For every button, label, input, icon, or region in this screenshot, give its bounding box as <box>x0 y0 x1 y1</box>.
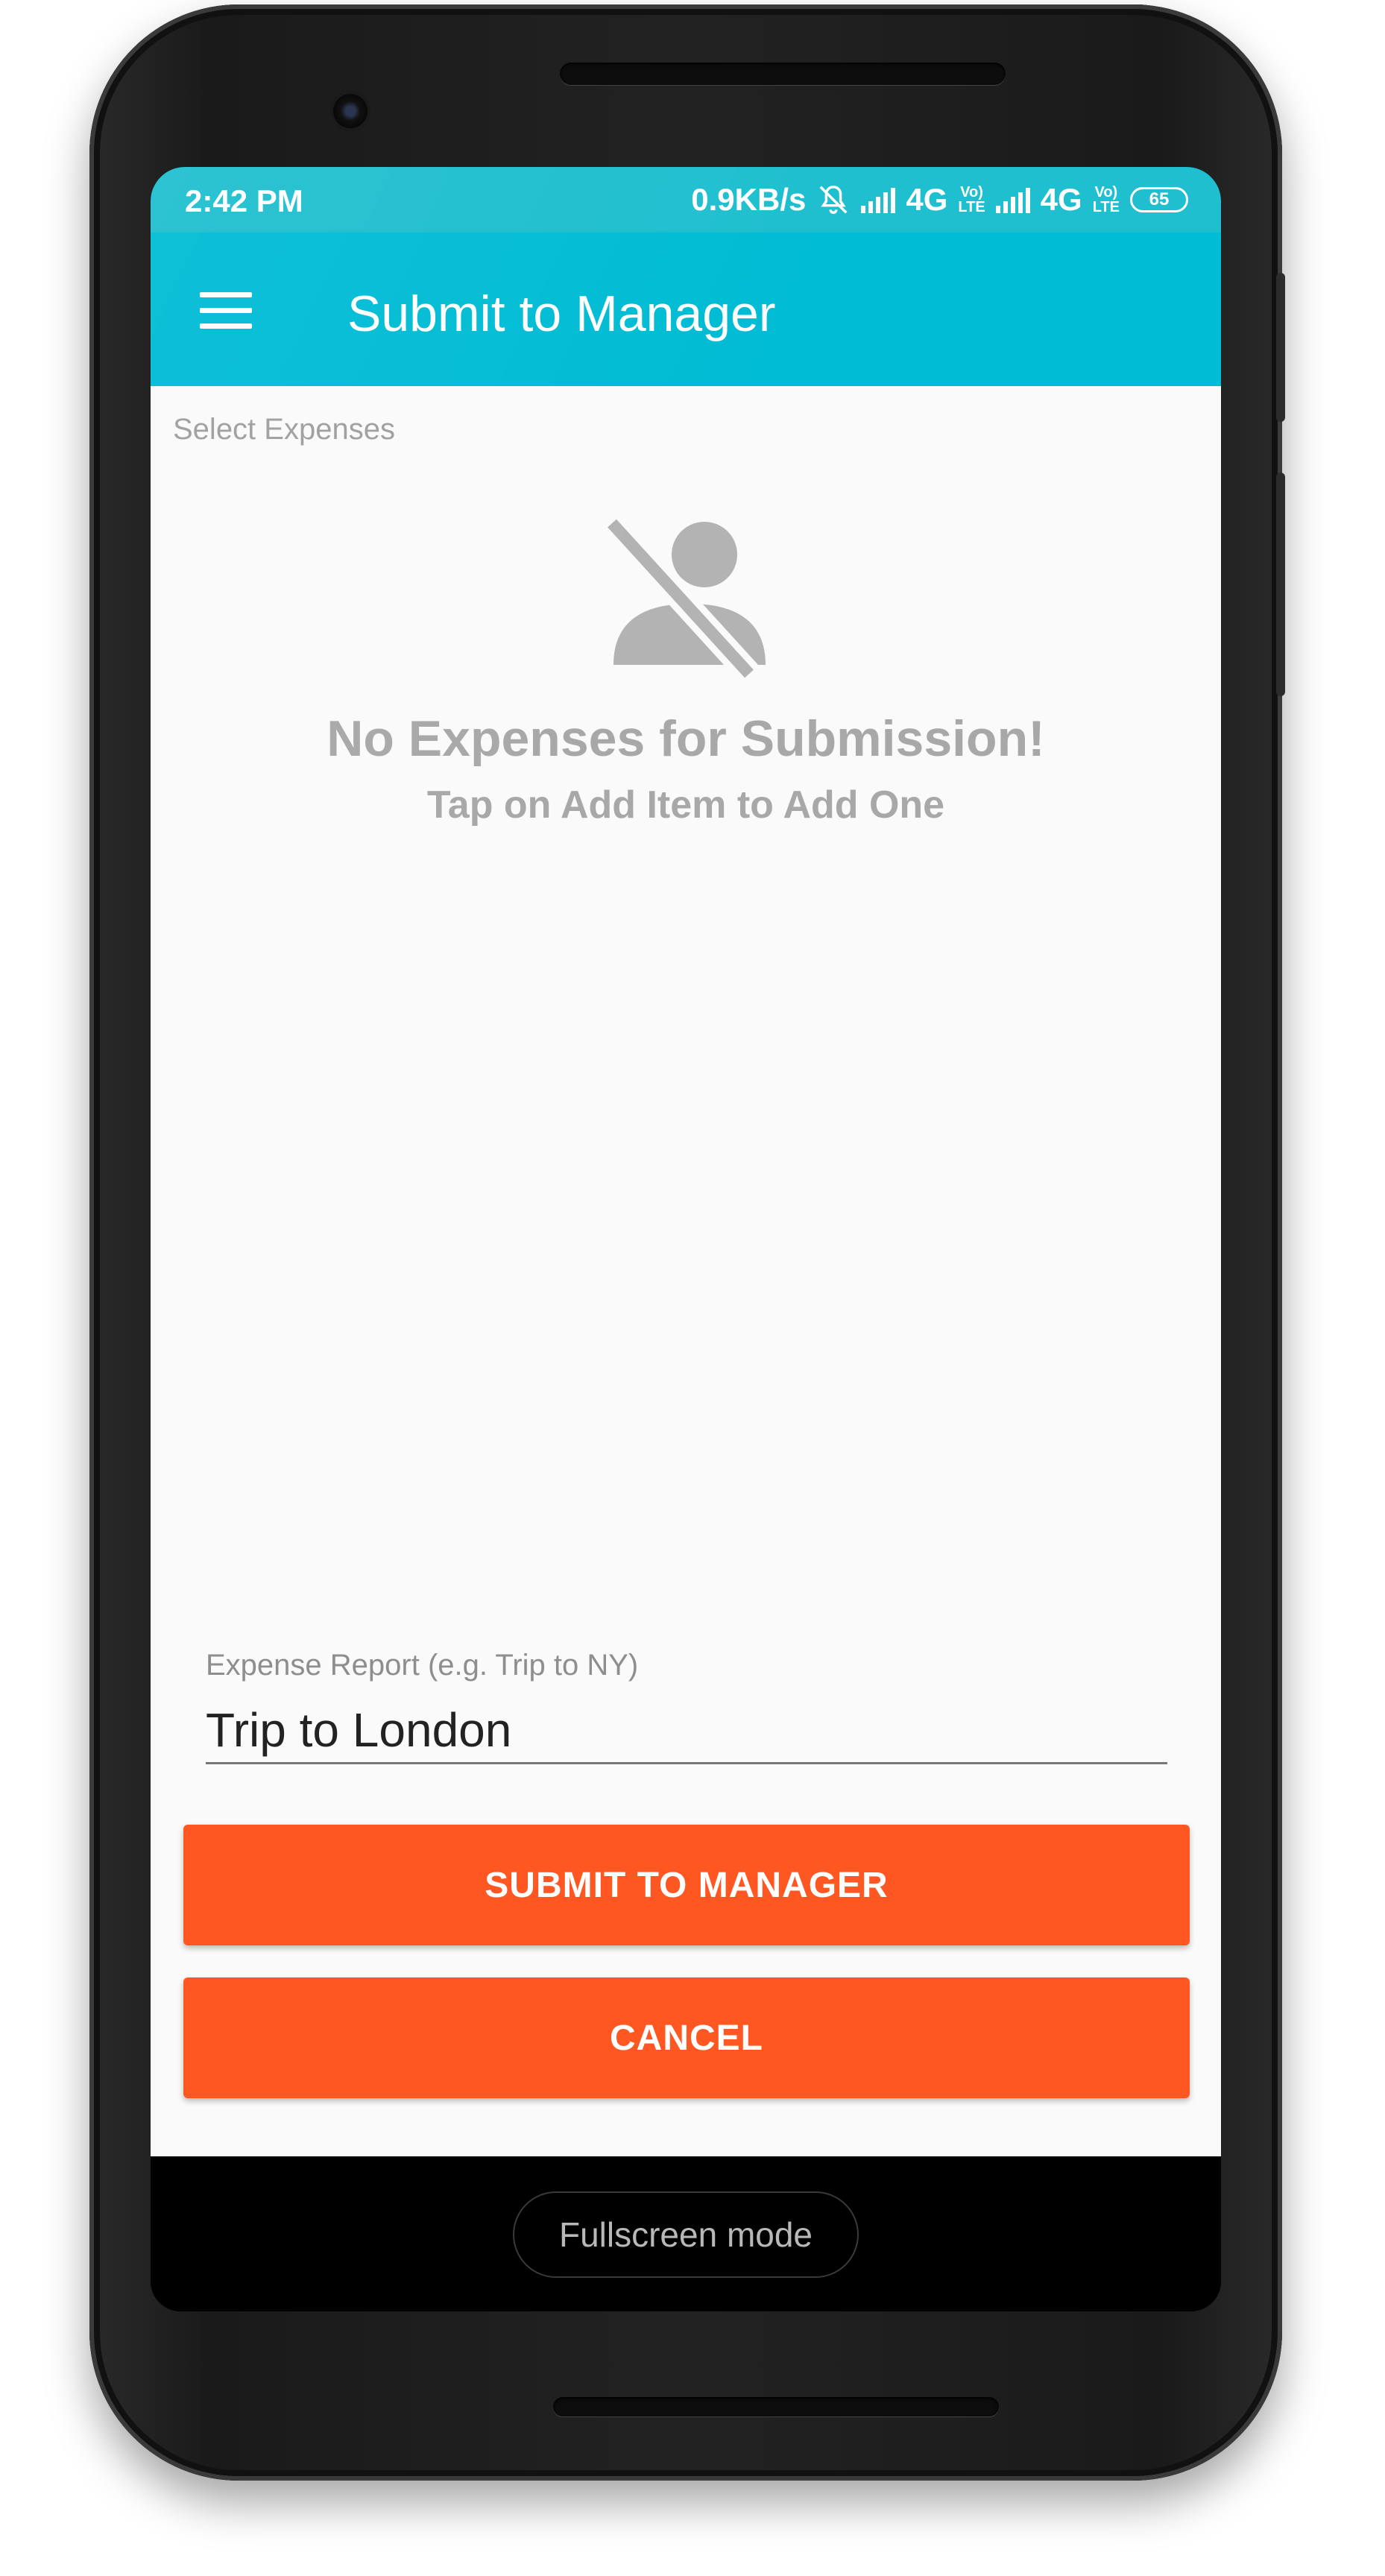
expense-report-input[interactable] <box>206 1698 1167 1764</box>
volte-top-text: Vo) <box>1094 184 1118 201</box>
signal-icon <box>861 186 896 213</box>
phone-screen: 2:42 PM 0.9KB/s 4G Vo) LTE 4G Vo) LTE 65… <box>151 167 1221 2311</box>
battery-level: 65 <box>1149 189 1170 209</box>
app-toolbar: Submit to Manager <box>151 233 1221 386</box>
fullscreen-mode-label: Fullscreen mode <box>558 2215 813 2254</box>
network-type-1: 4G <box>906 182 948 217</box>
cancel-button[interactable]: CANCEL <box>183 1977 1190 2098</box>
status-bar: 2:42 PM 0.9KB/s 4G Vo) LTE 4G Vo) LTE 65 <box>151 167 1221 233</box>
network-speed: 0.9KB/s <box>691 182 807 217</box>
volte-bottom-text: LTE <box>1092 199 1120 215</box>
volte-badge-1: Vo) LTE <box>958 185 985 215</box>
earpiece-speaker <box>560 63 1006 85</box>
battery-icon: 65 <box>1130 187 1188 212</box>
page-title: Submit to Manager <box>347 285 776 342</box>
submit-to-manager-button[interactable]: SUBMIT TO MANAGER <box>183 1825 1190 1945</box>
mute-bell-icon <box>819 186 848 214</box>
volte-top-text: Vo) <box>960 184 983 201</box>
hamburger-menu-icon[interactable] <box>200 292 252 329</box>
empty-state-subtitle: Tap on Add Item to Add One <box>426 783 945 827</box>
fullscreen-mode-toast[interactable]: Fullscreen mode <box>513 2191 859 2278</box>
volte-bottom-text: LTE <box>958 199 985 215</box>
phone-side-button <box>1276 473 1285 696</box>
volte-badge-2: Vo) LTE <box>1093 185 1120 215</box>
network-type-2: 4G <box>1040 182 1082 217</box>
expense-report-label: Expense Report (e.g. Trip to NY) <box>206 1649 639 1682</box>
main-content: Select Expenses No Expenses for Submissi… <box>151 386 1221 2156</box>
empty-state-title: No Expenses for Submission! <box>326 710 1045 767</box>
select-expenses-label: Select Expenses <box>173 413 395 446</box>
phone-side-button <box>1276 273 1285 422</box>
signal-icon <box>995 186 1030 213</box>
bottom-speaker <box>553 2397 999 2416</box>
front-camera <box>333 94 367 128</box>
status-time: 2:42 PM <box>185 183 303 218</box>
status-icons: 0.9KB/s 4G Vo) LTE 4G Vo) LTE 65 <box>691 182 1188 218</box>
person-off-icon <box>602 514 766 680</box>
